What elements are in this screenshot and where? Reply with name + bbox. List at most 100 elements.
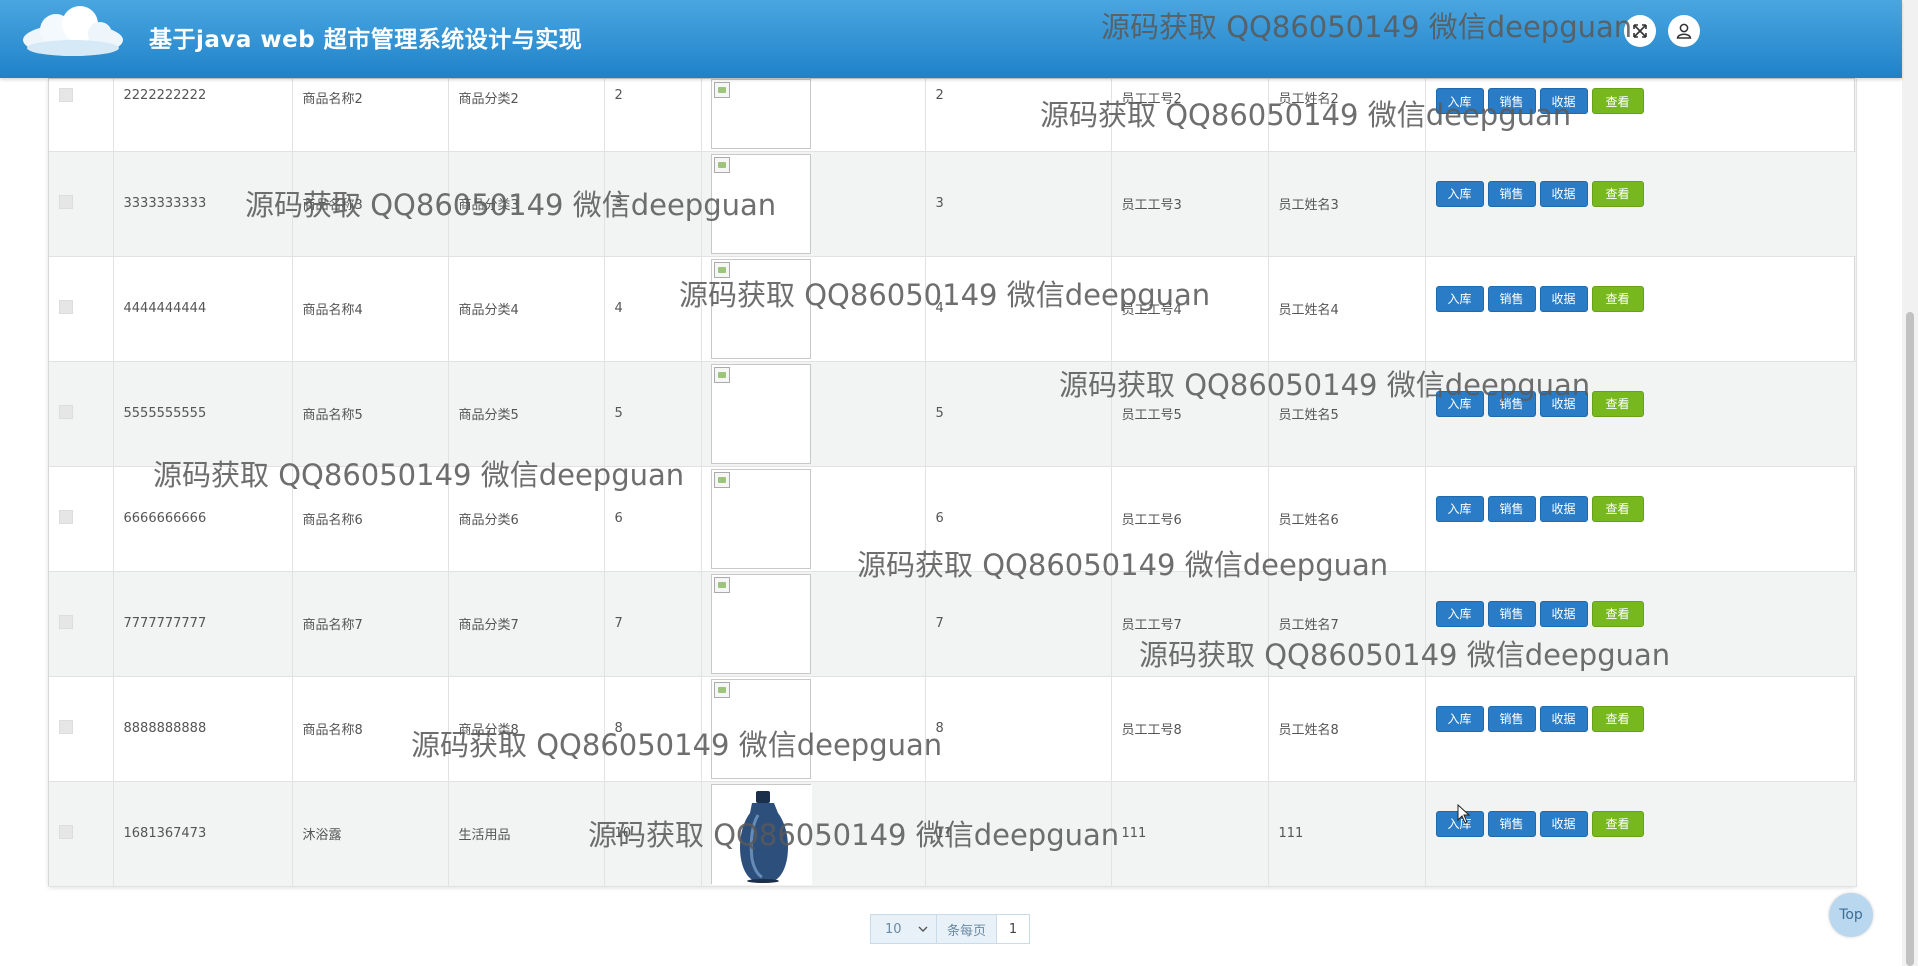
table-row: 5555555555 商品名称5 商品分类5 5 5 员工工号5 员工姓名5 入库 销售 收据 查看 xyxy=(49,361,1857,467)
sell-button[interactable]: 销售 xyxy=(1487,390,1536,417)
cell-quantity: 8 xyxy=(604,676,702,782)
row-checkbox[interactable] xyxy=(59,404,73,419)
stock-in-button[interactable]: 入库 xyxy=(1435,600,1484,627)
receipt-button[interactable]: 收据 xyxy=(1539,285,1588,312)
view-button[interactable]: 查看 xyxy=(1591,285,1644,312)
fullscreen-button[interactable] xyxy=(1624,15,1656,47)
cell-product-name: 商品名称3 xyxy=(292,151,449,257)
receipt-button[interactable]: 收据 xyxy=(1539,390,1588,417)
cell-category: 生活用品 xyxy=(448,781,605,887)
receipt-button[interactable]: 收据 xyxy=(1539,600,1588,627)
table-row: 6666666666 商品名称6 商品分类6 6 6 员工工号6 员工姓名6 入库 销售 收据 查看 xyxy=(49,466,1857,572)
cell-employee-name: 员工姓名7 xyxy=(1268,571,1426,677)
cell-employee-no: 员工工号3 xyxy=(1111,151,1269,257)
row-checkbox[interactable] xyxy=(59,824,73,839)
row-checkbox[interactable] xyxy=(59,299,73,314)
checkbox-cell xyxy=(49,79,114,152)
view-button[interactable]: 查看 xyxy=(1591,495,1644,522)
sell-button[interactable]: 销售 xyxy=(1487,88,1536,114)
cell-actions: 入库 销售 收据 查看 xyxy=(1425,361,1857,467)
cell-quantity: 6 xyxy=(604,466,702,572)
table-row: 2222222222 商品名称2 商品分类2 2 2 员工工号2 员工姓名2 入库 销售 收据 查看 xyxy=(49,79,1857,152)
cell-value: 7 xyxy=(925,571,1112,677)
cell-quantity: 2 xyxy=(604,79,702,152)
cell-value: 4 xyxy=(925,256,1112,362)
sell-button[interactable]: 销售 xyxy=(1487,600,1536,627)
cell-image xyxy=(701,256,926,362)
cloud-logo-icon xyxy=(23,6,123,56)
broken-image-icon xyxy=(713,681,730,698)
cell-product-name: 沐浴露 xyxy=(292,781,449,887)
product-image xyxy=(710,258,811,359)
cell-category: 商品分类3 xyxy=(448,151,605,257)
cell-quantity: 3 xyxy=(604,151,702,257)
page-size-value: 10 xyxy=(885,921,902,937)
top-header: 基于java web 超市管理系统设计与实现 xyxy=(0,0,1902,78)
view-button[interactable]: 查看 xyxy=(1591,88,1644,114)
row-actions: 入库 销售 收据 查看 xyxy=(1435,180,1856,207)
cell-product-name: 商品名称2 xyxy=(292,79,449,152)
chevron-down-icon xyxy=(918,926,928,932)
sell-button[interactable]: 销售 xyxy=(1487,180,1536,207)
view-button[interactable]: 查看 xyxy=(1591,390,1644,417)
stock-in-button[interactable]: 入库 xyxy=(1435,495,1484,522)
cell-employee-no: 员工工号4 xyxy=(1111,256,1269,362)
cell-code: 6666666666 xyxy=(113,466,293,572)
cell-category: 商品分类5 xyxy=(448,361,605,467)
back-to-top-button[interactable]: Top xyxy=(1829,893,1873,937)
view-button[interactable]: 查看 xyxy=(1591,180,1644,207)
row-checkbox[interactable] xyxy=(59,88,73,102)
view-button[interactable]: 查看 xyxy=(1591,810,1644,837)
product-image xyxy=(710,363,811,464)
sell-button[interactable]: 销售 xyxy=(1487,705,1536,732)
broken-image-icon xyxy=(713,156,730,173)
checkbox-cell xyxy=(49,151,114,257)
table-row: 1681367473 沐浴露 生活用品 10 11 111 111 入库 销售 收据 查看 xyxy=(49,781,1857,887)
row-checkbox[interactable] xyxy=(59,614,73,629)
stock-in-button[interactable]: 入库 xyxy=(1435,180,1484,207)
user-button[interactable] xyxy=(1668,15,1700,47)
checkbox-cell xyxy=(49,781,114,887)
broken-image-icon xyxy=(713,576,730,593)
cell-quantity: 4 xyxy=(604,256,702,362)
row-checkbox[interactable] xyxy=(59,194,73,209)
cell-actions: 入库 销售 收据 查看 xyxy=(1425,79,1857,152)
sell-button[interactable]: 销售 xyxy=(1487,285,1536,312)
receipt-button[interactable]: 收据 xyxy=(1539,495,1588,522)
stock-in-button[interactable]: 入库 xyxy=(1435,390,1484,417)
receipt-button[interactable]: 收据 xyxy=(1539,705,1588,732)
cell-image xyxy=(701,466,926,572)
broken-image-icon xyxy=(713,471,730,488)
cell-employee-name: 员工姓名6 xyxy=(1268,466,1426,572)
row-checkbox[interactable] xyxy=(59,509,73,524)
stock-in-button[interactable]: 入库 xyxy=(1435,285,1484,312)
receipt-button[interactable]: 收据 xyxy=(1539,180,1588,207)
cell-category: 商品分类8 xyxy=(448,676,605,782)
cell-quantity: 10 xyxy=(604,781,702,887)
row-checkbox[interactable] xyxy=(59,719,73,734)
cell-quantity: 7 xyxy=(604,571,702,677)
receipt-button[interactable]: 收据 xyxy=(1539,88,1588,114)
stock-in-button[interactable]: 入库 xyxy=(1435,88,1484,114)
sell-button[interactable]: 销售 xyxy=(1487,495,1536,522)
stock-in-button[interactable]: 入库 xyxy=(1435,705,1484,732)
cell-code: 3333333333 xyxy=(113,151,293,257)
row-actions: 入库 销售 收据 查看 xyxy=(1435,88,1856,114)
page-size-select[interactable]: 10 xyxy=(871,915,937,943)
cell-image xyxy=(701,676,926,782)
cell-value: 5 xyxy=(925,361,1112,467)
fullscreen-icon xyxy=(1633,24,1647,38)
cell-category: 商品分类2 xyxy=(448,79,605,152)
view-button[interactable]: 查看 xyxy=(1591,705,1644,732)
cell-value: 8 xyxy=(925,676,1112,782)
scrollbar-thumb[interactable] xyxy=(1906,312,1914,966)
receipt-button[interactable]: 收据 xyxy=(1539,810,1588,837)
cell-employee-no: 员工工号2 xyxy=(1111,79,1269,152)
page-number-current[interactable]: 1 xyxy=(997,915,1030,943)
checkbox-cell xyxy=(49,361,114,467)
view-button[interactable]: 查看 xyxy=(1591,600,1644,627)
table-row: 7777777777 商品名称7 商品分类7 7 7 员工工号7 员工姓名7 入库 销售 收据 查看 xyxy=(49,571,1857,677)
sell-button[interactable]: 销售 xyxy=(1487,810,1536,837)
checkbox-cell xyxy=(49,571,114,677)
cell-code: 8888888888 xyxy=(113,676,293,782)
